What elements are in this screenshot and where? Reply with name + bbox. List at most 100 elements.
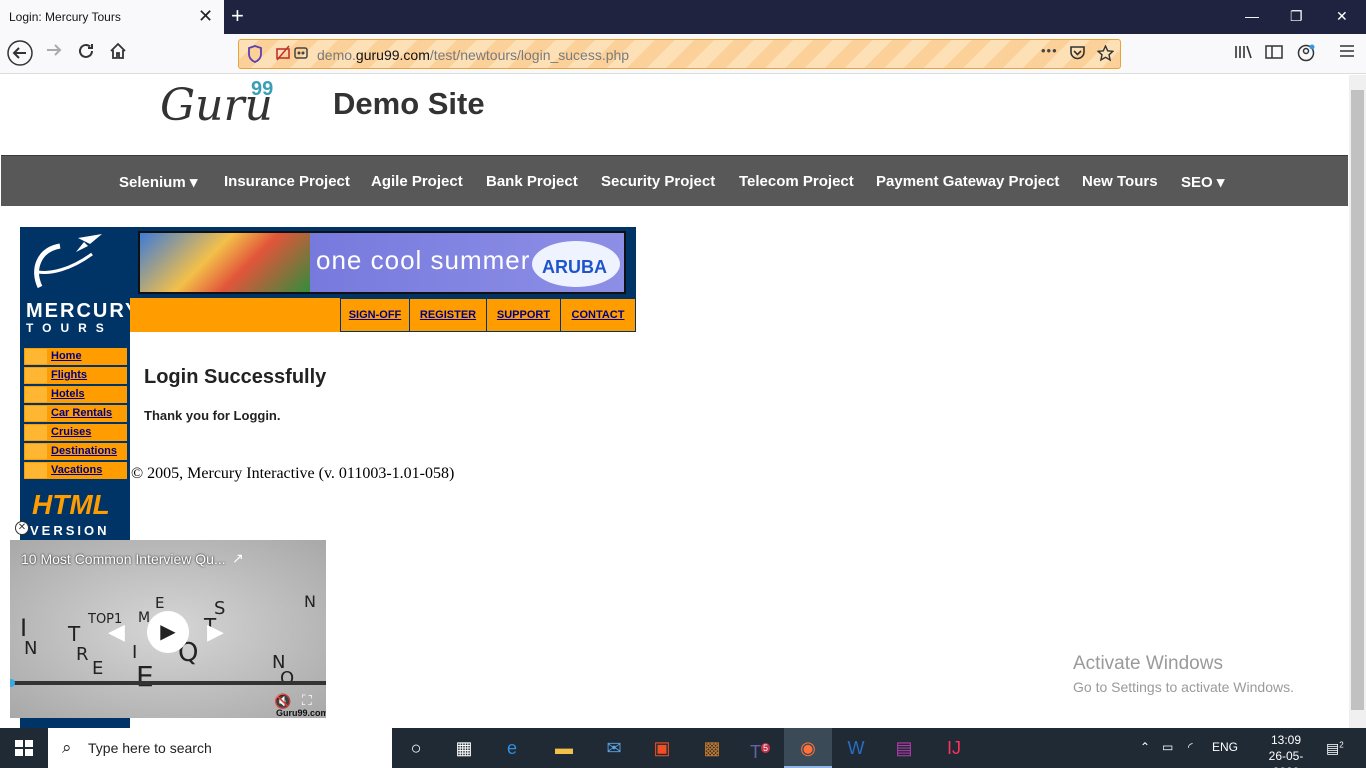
teams-icon[interactable]: T5 <box>736 728 784 768</box>
language-indicator[interactable]: ENG <box>1212 740 1238 754</box>
sidebar-icon[interactable] <box>1265 44 1283 65</box>
winrar-icon[interactable]: ▤ <box>880 728 928 768</box>
taskbar-search[interactable]: ⌕ Type here to search <box>48 728 392 768</box>
pocket-icon[interactable] <box>1069 45 1086 65</box>
side-link-label[interactable]: Hotels <box>51 388 85 400</box>
windows-taskbar: ⌕ Type here to search ○ ▦ e ▬ ✉ ▣ ▩ T5 ◉… <box>0 728 1366 768</box>
task-view-icon[interactable]: ▦ <box>440 728 488 768</box>
browser-tab[interactable]: Login: Mercury Tours ✕ <box>0 0 224 34</box>
video-close-icon[interactable]: ✕ <box>15 521 29 535</box>
store-icon[interactable]: ▣ <box>638 728 686 768</box>
video-letter: N <box>24 638 38 659</box>
menu-security-project[interactable]: Security Project <box>601 173 715 190</box>
share-icon[interactable]: ↗ <box>232 550 244 567</box>
side-link-label[interactable]: Home <box>51 350 82 362</box>
taskbar-clock[interactable]: 13:09 26-05-2020 <box>1256 732 1316 768</box>
video-progress-handle[interactable] <box>10 679 15 687</box>
reload-button[interactable] <box>72 40 100 68</box>
back-button[interactable] <box>6 40 34 68</box>
side-bullet <box>25 444 47 459</box>
forward-arrow-icon <box>47 44 62 56</box>
previous-icon[interactable]: ◀ <box>108 619 125 645</box>
page-scrollbar[interactable] <box>1349 75 1366 728</box>
window-close-button[interactable]: ✕ <box>1336 7 1348 25</box>
page-actions-icon[interactable]: ••• <box>1041 43 1058 58</box>
forward-button[interactable] <box>40 40 68 68</box>
edge-icon[interactable]: e <box>488 728 536 768</box>
support-link[interactable]: SUPPORT <box>486 298 561 332</box>
scrollbar-thumb[interactable] <box>1351 90 1364 710</box>
battery-icon[interactable]: ▭ <box>1162 740 1173 754</box>
browser-tab-bar: Login: Mercury Tours ✕ + — ❐ ✕ <box>0 0 1366 34</box>
activate-windows-watermark: Activate Windows Go to Settings to activ… <box>1073 653 1294 695</box>
contact-link[interactable]: CONTACT <box>560 298 636 332</box>
copyright-text: © 2005, Mercury Interactive (v. 011003-1… <box>131 465 455 482</box>
side-link-label[interactable]: Destinations <box>51 445 117 457</box>
file-explorer-icon[interactable]: ▬ <box>540 728 588 768</box>
menu-new-tours[interactable]: New Tours <box>1082 173 1158 190</box>
wifi-icon[interactable]: ◜ <box>1188 740 1193 754</box>
home-button[interactable] <box>104 40 132 68</box>
side-link-hotels[interactable]: Hotels <box>23 385 128 404</box>
start-button[interactable] <box>0 728 48 768</box>
teams-badge: 5 <box>760 743 770 753</box>
hamburger-menu-icon[interactable] <box>1339 44 1355 63</box>
side-link-label[interactable]: Flights <box>51 369 87 381</box>
main-menu: Selenium ▾ Insurance Project Agile Proje… <box>1 155 1348 206</box>
intellij-icon[interactable]: IJ <box>930 728 978 768</box>
side-link-label[interactable]: Vacations <box>51 464 102 476</box>
minimize-button[interactable]: — <box>1245 7 1259 25</box>
url-bar[interactable]: demo.guru99.com/test/newtours/login_suce… <box>238 39 1121 69</box>
firefox-icon[interactable]: ◉ <box>784 728 832 768</box>
next-icon[interactable]: ▶ <box>207 619 224 645</box>
bookmark-star-icon[interactable] <box>1096 44 1115 66</box>
register-link[interactable]: REGISTER <box>409 298 487 332</box>
login-success-message: Thank you for Loggin. <box>144 408 281 423</box>
permissions-icon[interactable] <box>293 45 309 65</box>
shield-icon[interactable] <box>247 45 263 67</box>
side-link-label[interactable]: Car Rentals <box>51 407 112 419</box>
menu-selenium[interactable]: Selenium ▾ <box>119 173 197 191</box>
mercury-side-nav: Home Flights Hotels Car Rentals Cruises … <box>23 347 128 480</box>
menu-payment-gateway-project[interactable]: Payment Gateway Project <box>876 173 1059 190</box>
sign-off-link[interactable]: SIGN-OFF <box>340 298 410 332</box>
side-link-label[interactable]: Cruises <box>51 426 91 438</box>
url-text[interactable]: demo.guru99.com/test/newtours/login_suce… <box>317 47 629 63</box>
mercury-brand-line2: TOURS <box>26 321 113 335</box>
video-title[interactable]: 10 Most Common Interview Qu... <box>21 551 226 567</box>
side-link-car-rentals[interactable]: Car Rentals <box>23 404 128 423</box>
tray-chevron-icon[interactable]: ⌃ <box>1140 740 1150 754</box>
mail-icon[interactable]: ✉ <box>590 728 638 768</box>
tab-title: Login: Mercury Tours <box>9 10 121 24</box>
menu-agile-project[interactable]: Agile Project <box>371 173 463 190</box>
side-link-flights[interactable]: Flights <box>23 366 128 385</box>
banner-text: one cool summer <box>316 245 531 275</box>
menu-seo[interactable]: SEO ▾ <box>1181 173 1224 191</box>
library-icon[interactable] <box>1234 44 1252 65</box>
side-link-home[interactable]: Home <box>23 347 128 366</box>
new-tab-button[interactable]: + <box>231 4 244 28</box>
menu-telecom-project[interactable]: Telecom Project <box>739 173 854 190</box>
side-link-destinations[interactable]: Destinations <box>23 442 128 461</box>
cortana-icon[interactable]: ○ <box>392 728 440 768</box>
menu-insurance-project[interactable]: Insurance Project <box>224 173 350 190</box>
video-letter: T <box>68 622 81 646</box>
notifications-icon[interactable]: ▤2 <box>1326 740 1344 757</box>
search-placeholder[interactable]: Type here to search <box>88 740 212 756</box>
aruba-banner[interactable]: one cool summer ARUBA <box>138 231 626 294</box>
tab-close-icon[interactable]: ✕ <box>198 7 213 25</box>
video-letter: N <box>304 592 316 611</box>
word-icon[interactable]: W <box>832 728 880 768</box>
blocked-autoplay-icon[interactable] <box>275 45 291 65</box>
side-link-cruises[interactable]: Cruises <box>23 423 128 442</box>
menu-bank-project[interactable]: Bank Project <box>486 173 578 190</box>
video-progress-bar[interactable] <box>10 681 326 685</box>
home-icon <box>110 42 126 59</box>
account-icon[interactable] <box>1297 44 1315 67</box>
video-player[interactable]: 10 Most Common Interview Qu... ↗ I N T R… <box>10 540 326 718</box>
restore-button[interactable]: ❐ <box>1290 7 1303 25</box>
fullscreen-icon[interactable]: ⛶ <box>302 692 312 709</box>
play-button[interactable]: ▶ <box>147 611 189 653</box>
game-app-icon[interactable]: ▩ <box>688 728 736 768</box>
side-link-vacations[interactable]: Vacations <box>23 461 128 480</box>
